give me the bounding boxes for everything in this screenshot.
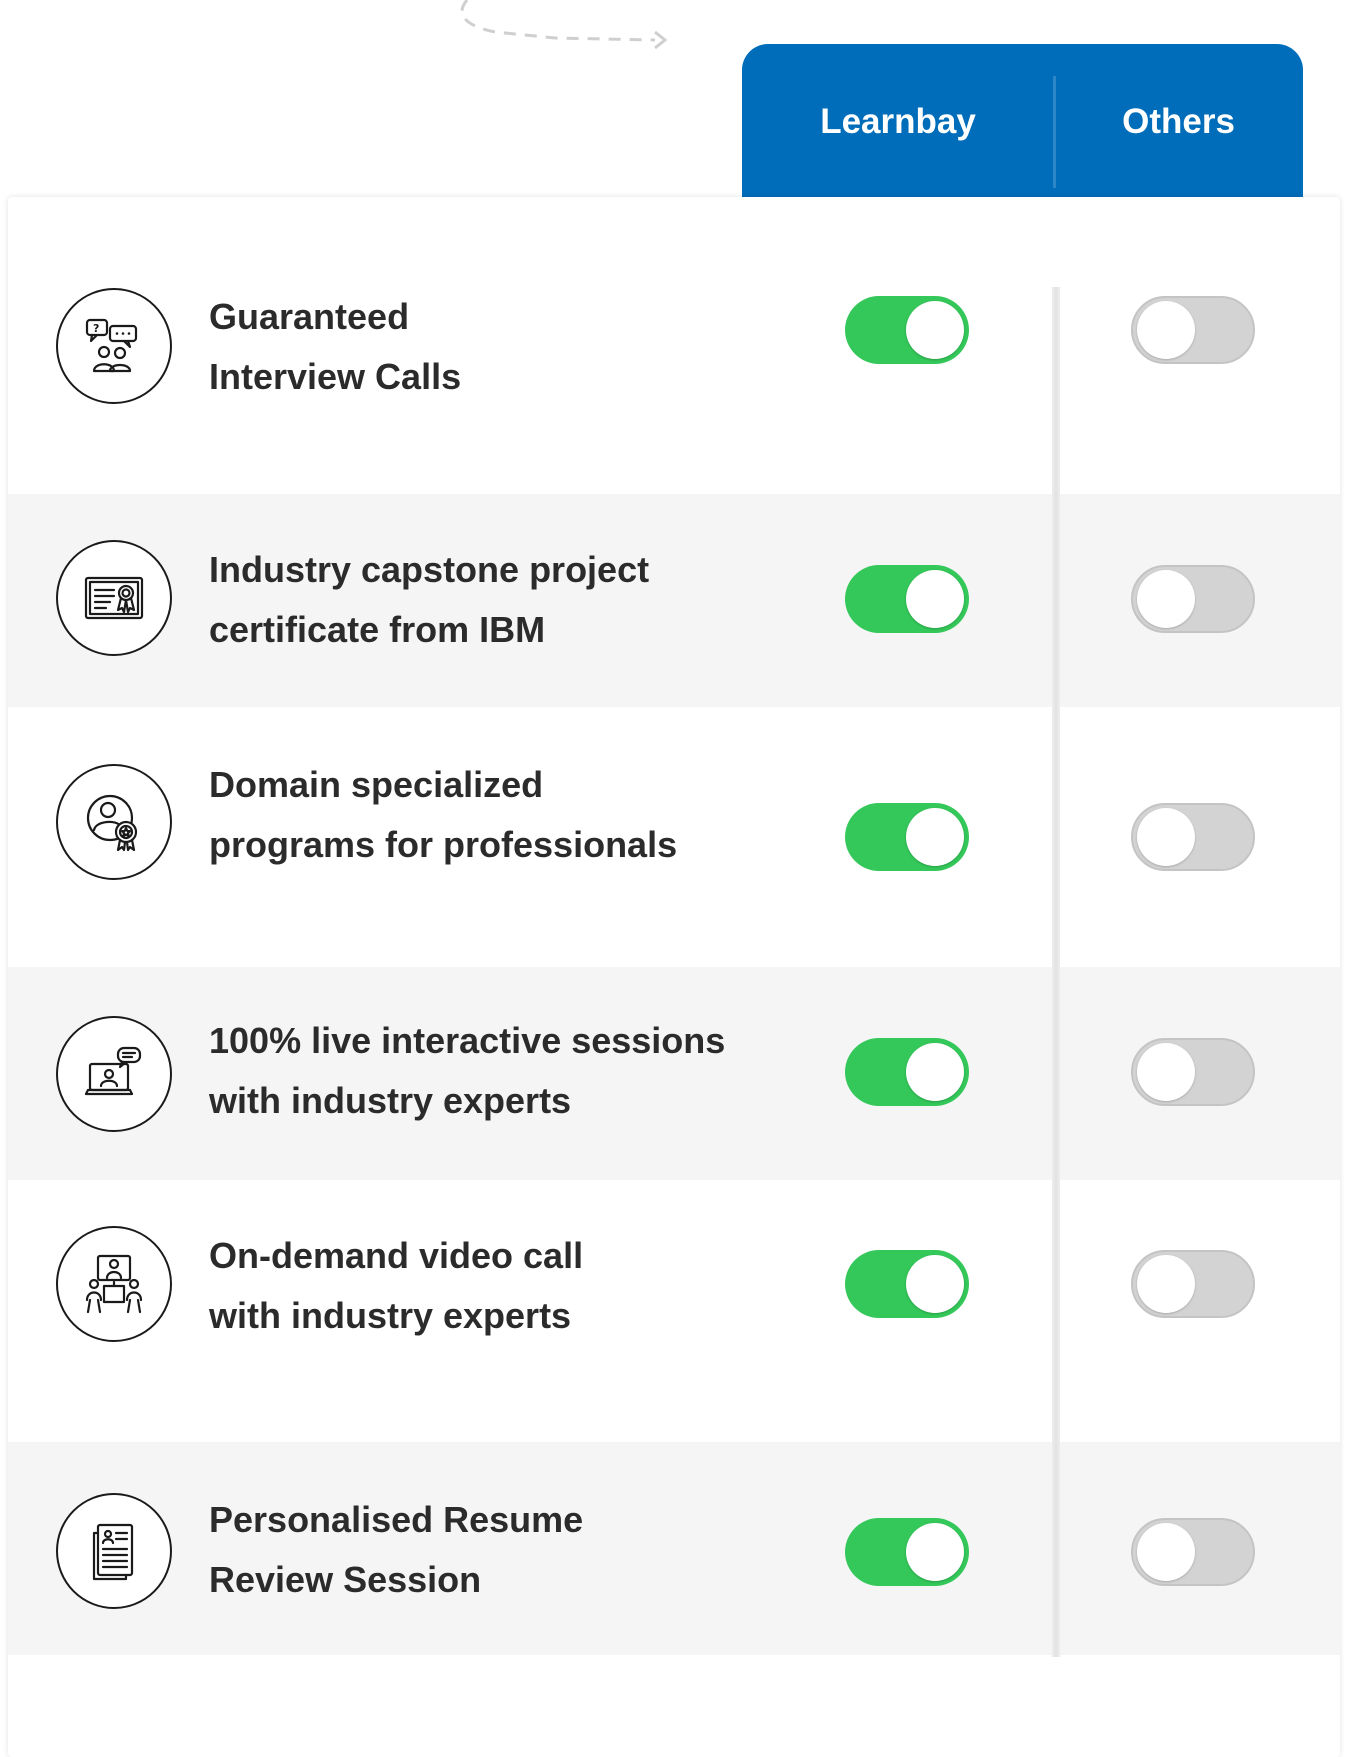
toggle-knob [906,808,964,866]
feature-row-resume-review: Personalised Resume Review Session [8,1442,1340,1655]
feature-line-1: Industry capstone project [209,549,650,590]
feature-text: Domain specialized programs for professi… [209,755,809,875]
live-session-laptop-icon [56,1016,172,1132]
comparison-card: ? Guaranteed Interview Calls Industry ca… [8,197,1340,1757]
toggle-knob [906,301,964,359]
feature-line-1: 100% live interactive sessions [209,1020,726,1061]
feature-row-live-sessions: 100% live interactive sessions with indu… [8,967,1340,1180]
feature-line-1: Personalised Resume [209,1499,584,1540]
resume-document-icon [56,1493,172,1609]
feature-line-2: programs for professionals [209,824,678,865]
learnbay-toggle[interactable] [845,296,969,364]
toggle-knob [1137,570,1195,628]
feature-line-2: Interview Calls [209,356,462,397]
learnbay-toggle[interactable] [845,1038,969,1106]
learnbay-toggle[interactable] [845,803,969,871]
toggle-knob [906,570,964,628]
feature-line-2: with industry experts [209,1295,572,1336]
others-toggle[interactable] [1131,1518,1255,1586]
svg-text:?: ? [93,322,99,335]
learnbay-toggle[interactable] [845,1518,969,1586]
feature-line-1: On-demand video call [209,1235,584,1276]
toggle-knob [1137,1523,1195,1581]
video-call-meeting-icon [56,1226,172,1342]
feature-row-video-call: On-demand video call with industry exper… [8,1180,1340,1442]
feature-text: Industry capstone project certificate fr… [209,540,809,660]
feature-line-2: certificate from IBM [209,609,546,650]
others-toggle[interactable] [1131,1250,1255,1318]
others-toggle[interactable] [1131,803,1255,871]
learnbay-toggle[interactable] [845,1250,969,1318]
feature-line-2: with industry experts [209,1080,572,1121]
toggle-knob [1137,1043,1195,1101]
feature-row-interview-calls: ? Guaranteed Interview Calls [8,197,1340,494]
header-learnbay: Learnbay [820,102,976,141]
toggle-knob [906,1043,964,1101]
feature-line-1: Guaranteed [209,296,410,337]
decorative-arrow-icon [460,0,668,50]
toggle-knob [1137,1255,1195,1313]
feature-text: 100% live interactive sessions with indu… [209,1011,849,1131]
others-toggle[interactable] [1131,1038,1255,1106]
toggle-knob [1137,301,1195,359]
toggle-knob [906,1523,964,1581]
feature-text: Personalised Resume Review Session [209,1490,809,1610]
feature-row-capstone-certificate: Industry capstone project certificate fr… [8,494,1340,707]
toggle-knob [906,1255,964,1313]
comparison-header: Learnbay Others [742,44,1303,200]
column-divider [1052,287,1060,1657]
feature-text: On-demand video call with industry exper… [209,1226,809,1346]
toggle-knob [1137,808,1195,866]
feature-text: Guaranteed Interview Calls [209,287,809,407]
certificate-icon [56,540,172,656]
feature-line-2: Review Session [209,1559,482,1600]
header-others: Others [1122,102,1235,141]
feature-line-1: Domain specialized [209,764,544,805]
others-toggle[interactable] [1131,296,1255,364]
professional-badge-icon [56,764,172,880]
feature-row-domain-programs: Domain specialized programs for professi… [8,707,1340,967]
interview-chat-icon: ? [56,288,172,404]
learnbay-toggle[interactable] [845,565,969,633]
others-toggle[interactable] [1131,565,1255,633]
